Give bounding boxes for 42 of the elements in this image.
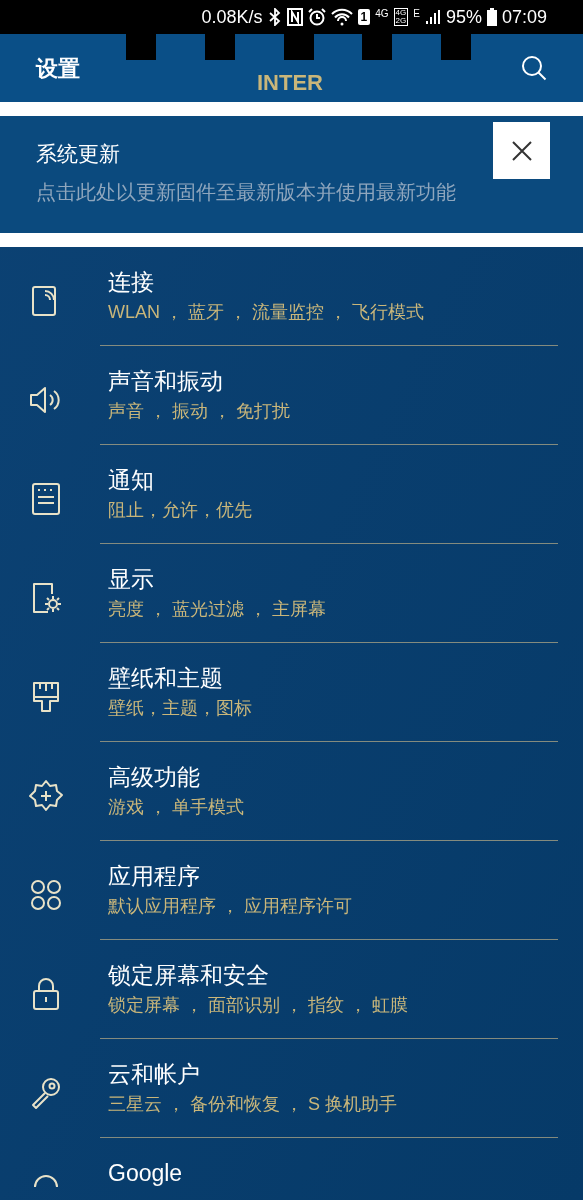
network-type: 2G xyxy=(395,17,407,25)
settings-item[interactable]: 锁定屏幕和安全 锁定屏幕 ， 面部识别 ， 指纹 ， 虹膜 xyxy=(0,940,583,1039)
item-subtitle: 三星云 ， 备份和恢复 ， S 换机助手 xyxy=(108,1093,398,1116)
network-type: 4G xyxy=(375,7,389,21)
item-subtitle: 壁纸，主题，图标 xyxy=(108,697,253,720)
battery-percentage: 95% xyxy=(445,5,482,29)
clock: 07:09 xyxy=(501,5,547,29)
page-title: 设置 xyxy=(36,54,80,83)
item-subtitle: 游戏 ， 单手模式 xyxy=(108,796,245,819)
item-subtitle: 默认应用程序 ， 应用程序许可 xyxy=(108,895,353,918)
settings-item[interactable]: 应用程序 默认应用程序 ， 应用程序许可 xyxy=(0,841,583,940)
logo-text: INTER xyxy=(257,72,323,94)
item-subtitle: 锁定屏幕 ， 面部识别 ， 指纹 ， 虹膜 xyxy=(108,994,409,1017)
item-title: 通知 xyxy=(108,466,155,495)
settings-item[interactable]: 高级功能 游戏 ， 单手模式 xyxy=(0,742,583,841)
settings-item[interactable]: 通知 阻止，允许，优先 xyxy=(0,445,583,544)
settings-item[interactable]: 连接 WLAN ， 蓝牙 ， 流量监控 ， 飞行模式 xyxy=(0,247,583,346)
network-type: 4G xyxy=(395,9,407,17)
item-title: Google xyxy=(108,1159,184,1188)
update-banner[interactable]: 系统更新 点击此处以更新固件至最新版本并使用最新功能 xyxy=(0,116,583,233)
item-subtitle: 亮度 ， 蓝光过滤 ， 主屏幕 xyxy=(108,598,327,621)
item-subtitle: 声音 ， 振动 ， 免打扰 xyxy=(108,400,291,423)
item-title: 高级功能 xyxy=(108,763,201,792)
network-speed: 0.08K/s xyxy=(201,5,263,29)
item-title: 应用程序 xyxy=(108,862,201,891)
item-title: 云和帐户 xyxy=(108,1060,201,1089)
settings-item[interactable]: 声音和振动 声音 ， 振动 ， 免打扰 xyxy=(0,346,583,445)
item-title: 壁纸和主题 xyxy=(108,664,224,693)
network-type: E xyxy=(413,7,420,21)
settings-item[interactable]: 显示 亮度 ， 蓝光过滤 ， 主屏幕 xyxy=(0,544,583,643)
settings-item[interactable]: Google xyxy=(0,1138,583,1200)
settings-item[interactable]: 壁纸和主题 壁纸，主题，图标 xyxy=(0,643,583,742)
item-title: 显示 xyxy=(108,565,155,594)
item-subtitle: WLAN ， 蓝牙 ， 流量监控 ， 飞行模式 xyxy=(108,301,425,324)
sim-indicator: 1 xyxy=(357,9,371,25)
item-title: 锁定屏幕和安全 xyxy=(108,961,270,990)
item-title: 连接 xyxy=(108,268,155,297)
settings-item[interactable]: 云和帐户 三星云 ， 备份和恢复 ， S 换机助手 xyxy=(0,1039,583,1138)
banner-description: 点击此处以更新固件至最新版本并使用最新功能 xyxy=(36,180,457,205)
item-subtitle: 阻止，允许，优先 xyxy=(108,499,253,522)
item-title: 声音和振动 xyxy=(108,367,224,396)
banner-title: 系统更新 xyxy=(36,141,120,167)
